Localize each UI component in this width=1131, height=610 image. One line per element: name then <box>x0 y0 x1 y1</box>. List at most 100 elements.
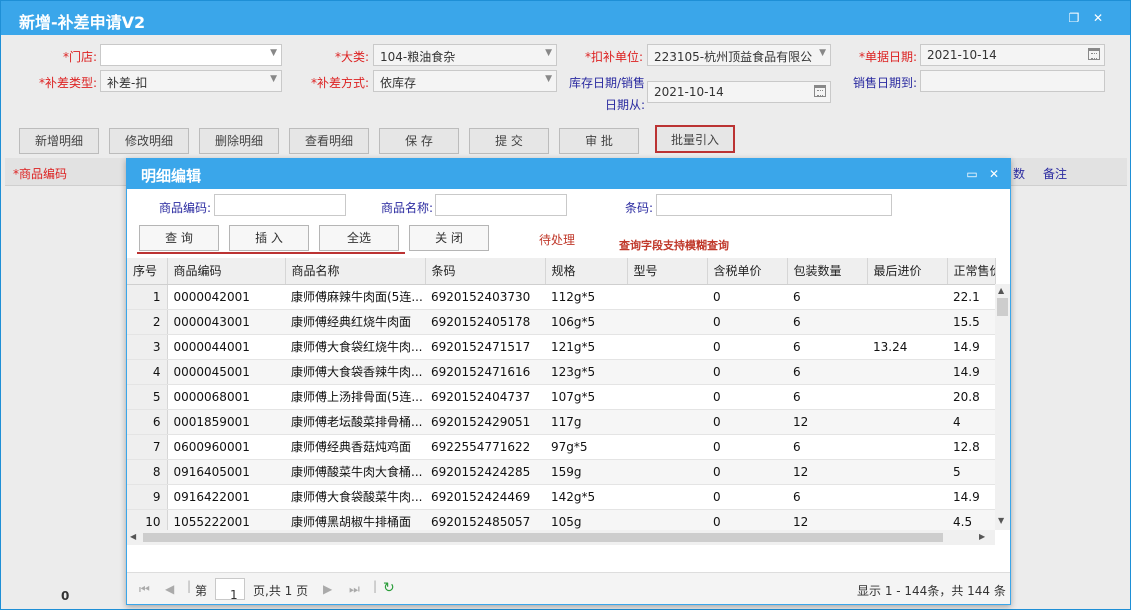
name-input[interactable] <box>435 194 567 216</box>
fuzzy-query-note: 查询字段支持模糊查询 <box>619 239 729 252</box>
product-code: 0000045001 <box>167 359 285 385</box>
store-select[interactable]: ▼ <box>100 44 282 66</box>
submit-button[interactable]: 提 交 <box>469 128 549 154</box>
close-icon[interactable]: ✕ <box>987 167 1001 181</box>
tax-unit-price: 0 <box>707 334 787 360</box>
method-select[interactable]: 依库存 ▼ <box>373 70 557 92</box>
restore-icon[interactable]: ❐ <box>1067 11 1081 25</box>
row-index: 7 <box>127 434 168 460</box>
doc-date-field[interactable]: 2021-10-14 <box>920 44 1105 66</box>
model <box>627 409 707 435</box>
view-detail-button[interactable]: 查看明细 <box>289 128 369 154</box>
first-page-icon[interactable]: ⏮ <box>139 582 150 597</box>
barcode: 6920152404737 <box>425 384 545 410</box>
product-code: 0000042001 <box>167 284 285 310</box>
detail-edit-dialog: 明细编辑 ▭ ✕ 商品编码: 商品名称: 条码: 查 询 插 入 全选 关 闭 … <box>126 158 1011 605</box>
pending-note: 待处理 <box>539 233 576 247</box>
horizontal-scroll-thumb[interactable] <box>143 533 943 542</box>
scroll-down-icon[interactable]: ▼ <box>998 516 1004 525</box>
last-page-icon[interactable]: ⏭ <box>349 582 360 597</box>
table-row[interactable]: 8 0916405001 康师傅酸菜牛肉大食桶... 6920152424285 159… <box>127 459 995 485</box>
last-purchase-price <box>867 409 947 435</box>
vertical-scroll-thumb[interactable] <box>997 298 1008 316</box>
stock-date-field[interactable]: 2021-10-14 <box>647 81 831 103</box>
calendar-icon[interactable] <box>814 85 826 97</box>
product-name: 康师傅麻辣牛肉面(5连... <box>285 284 425 310</box>
barcode-input[interactable] <box>656 194 892 216</box>
col-header-sale-price[interactable]: 正常售价 <box>947 258 996 285</box>
tax-unit-price: 0 <box>707 484 787 510</box>
prev-page-icon[interactable]: ◀ <box>165 582 174 596</box>
row-index: 2 <box>127 309 168 335</box>
table-row[interactable]: 4 0000045001 康师傅大食袋香辣牛肉... 6920152471616 123… <box>127 359 995 385</box>
name-label: 商品名称: <box>380 201 433 215</box>
product-name: 康师傅经典香菇炖鸡面 <box>285 434 425 460</box>
scroll-up-icon[interactable]: ▲ <box>998 286 1004 295</box>
approve-button[interactable]: 审 批 <box>559 128 639 154</box>
separator: | <box>373 579 378 593</box>
model <box>627 484 707 510</box>
select-all-button[interactable]: 全选 <box>319 225 399 251</box>
deduct-unit-select[interactable]: 223105-杭州顶益食品有限公 ▼ <box>647 44 831 66</box>
barcode: 6920152405178 <box>425 309 545 335</box>
table-row[interactable]: 1 0000042001 康师傅麻辣牛肉面(5连... 6920152403730 11… <box>127 284 995 310</box>
row-index: 5 <box>127 384 168 410</box>
calendar-icon[interactable] <box>1088 48 1100 60</box>
sale-date-to-field[interactable] <box>920 70 1105 92</box>
type-select[interactable]: 补差-扣 ▼ <box>100 70 282 92</box>
page-number-input[interactable]: 1 <box>215 578 245 600</box>
chevron-down-icon: ▼ <box>545 74 552 84</box>
col-header-spec[interactable]: 规格 <box>545 258 628 285</box>
col-header-tax-price[interactable]: 含税单价 <box>707 258 788 285</box>
col-header-index[interactable]: 序号 <box>127 258 168 285</box>
col-header-pack-qty[interactable]: 包装数量 <box>787 258 868 285</box>
edit-detail-button[interactable]: 修改明细 <box>109 128 189 154</box>
add-detail-button[interactable]: 新增明细 <box>19 128 99 154</box>
col-header-name[interactable]: 商品名称 <box>285 258 426 285</box>
normal-sale-price: 5 <box>947 459 995 485</box>
product-code: 0000044001 <box>167 334 285 360</box>
horizontal-scrollbar[interactable]: ◀ ▶ <box>127 530 995 545</box>
product-code: 0916405001 <box>167 459 285 485</box>
category-select[interactable]: 104-粮油食杂 ▼ <box>373 44 557 66</box>
col-header-model[interactable]: 型号 <box>627 258 708 285</box>
delete-detail-button[interactable]: 删除明细 <box>199 128 279 154</box>
col-header-code[interactable]: 商品编码 <box>167 258 286 285</box>
tax-unit-price: 0 <box>707 309 787 335</box>
col-header-last-price[interactable]: 最后进价 <box>867 258 948 285</box>
table-row[interactable]: 9 0916422001 康师傅大食袋酸菜牛肉... 6920152424469 142… <box>127 484 995 510</box>
next-page-icon[interactable]: ▶ <box>323 582 332 596</box>
model <box>627 309 707 335</box>
last-purchase-price <box>867 484 947 510</box>
table-row[interactable]: 2 0000043001 康师傅经典红烧牛肉面 6920152405178 106g*5… <box>127 309 995 335</box>
doc-date-value: 2021-10-14 <box>927 48 997 62</box>
query-button[interactable]: 查 询 <box>139 225 219 251</box>
table-row[interactable]: 5 0000068001 康师傅上汤排骨面(5连... 6920152404737 10… <box>127 384 995 410</box>
close-icon[interactable]: ✕ <box>1091 11 1105 25</box>
barcode: 6920152424285 <box>425 459 545 485</box>
save-button[interactable]: 保 存 <box>379 128 459 154</box>
refresh-icon[interactable]: ↻ <box>383 580 395 596</box>
table-row[interactable]: 3 0000044001 康师傅大食袋红烧牛肉... 6920152471517 121… <box>127 334 995 360</box>
tax-unit-price: 0 <box>707 409 787 435</box>
page-number-value: 1 <box>230 588 238 600</box>
insert-button[interactable]: 插 入 <box>229 225 309 251</box>
chevron-down-icon: ▼ <box>270 48 277 58</box>
scroll-left-icon[interactable]: ◀ <box>130 532 136 541</box>
scroll-right-icon[interactable]: ▶ <box>979 532 985 541</box>
table-row[interactable]: 7 0600960001 康师傅经典香菇炖鸡面 6922554771622 97g*5 0… <box>127 434 995 460</box>
store-label: *门店: <box>62 50 97 64</box>
stock-date-label-line2: 日期从: <box>604 98 645 112</box>
maximize-icon[interactable]: ▭ <box>965 167 979 181</box>
close-button[interactable]: 关 闭 <box>409 225 489 251</box>
window: 新增-补差申请V2 ❐ ✕ *门店: ▼ *大类: 104-粮油食杂 ▼ *扣补… <box>0 0 1131 610</box>
code-input[interactable] <box>214 194 346 216</box>
pack-qty: 6 <box>787 434 867 460</box>
batch-import-button[interactable]: 批量引入 <box>655 125 735 153</box>
product-code: 0000068001 <box>167 384 285 410</box>
vertical-scrollbar[interactable]: ▲ ▼ <box>995 284 1010 530</box>
col-header-barcode[interactable]: 条码 <box>425 258 546 285</box>
doc-date-label: *单据日期: <box>858 50 917 64</box>
table-row[interactable]: 6 0001859001 康师傅老坛酸菜排骨桶... 6920152429051 117… <box>127 409 995 435</box>
product-code: 0600960001 <box>167 434 285 460</box>
